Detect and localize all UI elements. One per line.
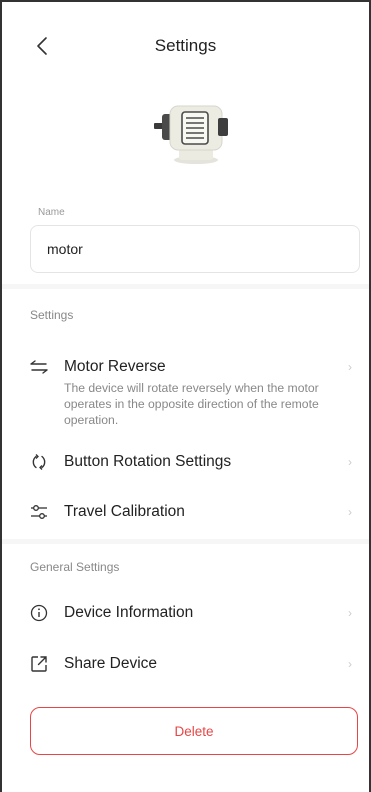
share-device-label: Share Device xyxy=(64,655,158,672)
info-icon xyxy=(30,604,48,622)
device-information-label: Device Information xyxy=(64,604,194,621)
button-rotation-settings-label: Button Rotation Settings xyxy=(64,453,232,470)
calibration-slider-icon xyxy=(30,503,48,521)
motor-device-icon xyxy=(146,100,242,172)
share-device-row[interactable]: Share Device › xyxy=(30,652,352,676)
name-label: Name xyxy=(38,207,65,218)
chevron-right-icon: › xyxy=(348,606,352,620)
chevron-right-icon: › xyxy=(348,657,352,671)
settings-section-label: Settings xyxy=(30,308,74,322)
delete-button[interactable]: Delete xyxy=(30,707,358,755)
page-title: Settings xyxy=(154,36,217,55)
motor-reverse-label: Motor Reverse xyxy=(64,358,166,375)
section-divider xyxy=(2,539,369,544)
rotation-icon xyxy=(30,453,48,471)
device-name-input[interactable] xyxy=(30,225,360,273)
share-icon xyxy=(30,655,48,673)
chevron-right-icon: › xyxy=(348,505,352,519)
reverse-arrows-icon xyxy=(30,358,48,376)
chevron-right-icon: › xyxy=(348,455,352,469)
motor-reverse-description: The device will rotate reversely when th… xyxy=(64,381,319,427)
section-divider xyxy=(2,284,369,289)
settings-screen: Settings Name Settings Motor Reverse › T… xyxy=(0,0,371,792)
travel-calibration-label: Travel Calibration xyxy=(64,503,185,520)
device-information-row[interactable]: Device Information › xyxy=(30,601,352,625)
general-settings-section-label: General Settings xyxy=(30,560,120,574)
travel-calibration-row[interactable]: Travel Calibration › xyxy=(30,500,352,524)
motor-reverse-row[interactable]: Motor Reverse › xyxy=(30,355,352,379)
button-rotation-settings-row[interactable]: Button Rotation Settings › xyxy=(30,450,352,474)
header: Settings xyxy=(2,2,369,90)
chevron-right-icon: › xyxy=(348,360,352,374)
